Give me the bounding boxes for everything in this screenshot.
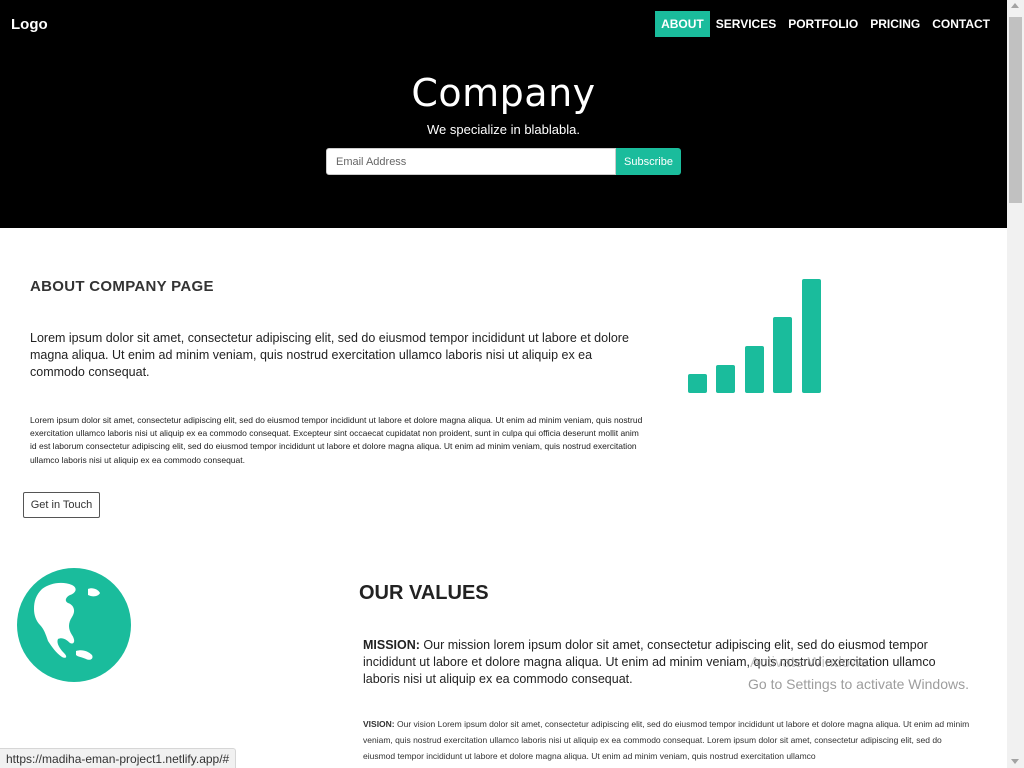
- hero-title: Company: [411, 71, 596, 115]
- nav-item-contact[interactable]: CONTACT: [926, 11, 996, 37]
- mission-label: MISSION:: [363, 638, 420, 652]
- vision-label: VISION:: [363, 719, 395, 729]
- hero-header: Logo ABOUT SERVICES PORTFOLIO PRICING CO…: [0, 0, 1007, 228]
- subscribe-button[interactable]: Subscribe: [616, 148, 681, 175]
- values-title: OUR VALUES: [359, 582, 489, 604]
- page: Logo ABOUT SERVICES PORTFOLIO PRICING CO…: [0, 0, 1007, 768]
- logo[interactable]: Logo: [11, 16, 48, 33]
- nav-item-pricing[interactable]: PRICING: [864, 11, 926, 37]
- activate-windows-title: Activate Windows: [750, 654, 869, 671]
- vertical-scrollbar[interactable]: [1007, 0, 1024, 768]
- about-title: ABOUT COMPANY PAGE: [30, 278, 214, 295]
- vision-text: VISION: Our vision Lorem ipsum dolor sit…: [363, 716, 975, 764]
- email-field[interactable]: [326, 148, 616, 175]
- hero-subtitle: We specialize in blablabla.: [427, 122, 580, 137]
- nav-item-about[interactable]: ABOUT: [655, 11, 710, 37]
- scroll-up-arrow-icon[interactable]: [1011, 3, 1019, 8]
- about-paragraph-large: Lorem ipsum dolor sit amet, consectetur …: [30, 331, 629, 379]
- scroll-down-arrow-icon[interactable]: [1011, 759, 1019, 764]
- nav-item-portfolio[interactable]: PORTFOLIO: [782, 11, 864, 37]
- subscribe-form: Subscribe: [326, 148, 681, 175]
- status-bar-url: https://madiha-eman-project1.netlify.app…: [0, 748, 237, 768]
- activate-windows-subtitle: Go to Settings to activate Windows.: [748, 676, 969, 692]
- scroll-thumb[interactable]: [1009, 17, 1022, 203]
- about-paragraph-small: Lorem ipsum dolor sit amet, consectetur …: [30, 415, 643, 465]
- vision-body: Our vision Lorem ipsum dolor sit amet, c…: [363, 719, 970, 761]
- signal-bars-icon: [688, 279, 821, 393]
- nav-item-services[interactable]: SERVICES: [710, 11, 782, 37]
- main-nav: ABOUT SERVICES PORTFOLIO PRICING CONTACT: [655, 11, 996, 37]
- globe-icon: [17, 568, 131, 682]
- get-in-touch-button[interactable]: Get in Touch: [23, 492, 100, 518]
